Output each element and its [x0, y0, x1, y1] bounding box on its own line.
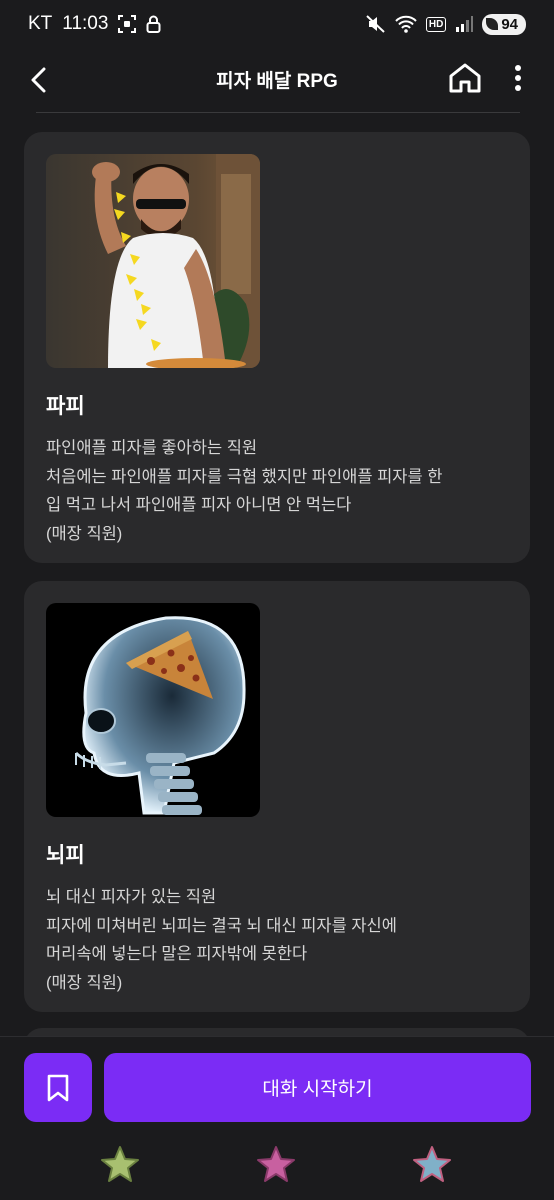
eco-leaf-icon [486, 18, 499, 30]
header-divider [36, 112, 520, 113]
battery-level: 94 [501, 15, 518, 33]
description-line: 피자에 미쳐버린 뇌피는 결국 뇌 대신 피자를 자신에 [46, 916, 397, 935]
character-image-papi [46, 154, 260, 368]
description-line: (매장 직원) [46, 524, 123, 543]
character-name: 뇌피 [46, 844, 85, 867]
description-line: 뇌 대신 피자가 있는 직원 [46, 888, 217, 906]
carrier-label: KT [28, 13, 53, 34]
character-card-papi[interactable]: 파피 파인애플 피자를 좋아하는 직원 처음에는 파인애플 피자를 극혐 했지만… [24, 132, 530, 563]
description-line: 파인애플 피자를 좋아하는 직원 [46, 439, 258, 457]
screenshot-icon [118, 15, 137, 33]
description-line: 머리속에 넣는다 말은 피자밖에 못한다 [46, 945, 308, 963]
description-line: (매장 직원) [46, 973, 123, 992]
character-card-noepi[interactable]: 뇌피 뇌 대신 피자가 있는 직원 피자에 미쳐버린 뇌피는 결국 뇌 대신 피… [24, 581, 530, 1012]
app-header: 피자 배달 RPG [0, 48, 554, 112]
lock-icon [146, 15, 161, 33]
star-icon-blue[interactable] [412, 1145, 452, 1183]
character-description: 파인애플 피자를 좋아하는 직원 처음에는 파인애플 피자를 극혐 했지만 파인… [46, 434, 508, 548]
description-line: 처음에는 파인애플 피자를 극혐 했지만 파인애플 피자를 한 [46, 467, 443, 486]
character-description: 뇌 대신 피자가 있는 직원 피자에 미쳐버린 뇌피는 결국 뇌 대신 피자를 … [46, 883, 508, 997]
bookmark-icon [47, 1074, 69, 1101]
start-chat-button[interactable]: 대화 시작하기 [104, 1053, 531, 1122]
character-name: 파피 [46, 395, 85, 418]
hd-badge: HD [425, 16, 447, 32]
home-button[interactable] [444, 58, 486, 98]
star-icon-pink[interactable] [256, 1145, 296, 1183]
battery-indicator: 94 [482, 13, 526, 35]
clock: 11:03 [62, 13, 109, 34]
star-icon-green[interactable] [100, 1145, 140, 1183]
mute-icon [366, 15, 385, 33]
kebab-menu-icon [515, 65, 521, 91]
signal-icon [456, 16, 474, 32]
home-icon [449, 63, 481, 93]
more-options-button[interactable] [504, 60, 532, 96]
status-bar: KT 11:03 HD 94 [0, 0, 554, 48]
bookmark-button[interactable] [24, 1053, 92, 1122]
character-image-noepi [46, 603, 260, 817]
description-line: 입 먹고 나서 파인애플 피자 아니면 안 먹는다 [46, 496, 352, 514]
wifi-icon [395, 15, 417, 33]
